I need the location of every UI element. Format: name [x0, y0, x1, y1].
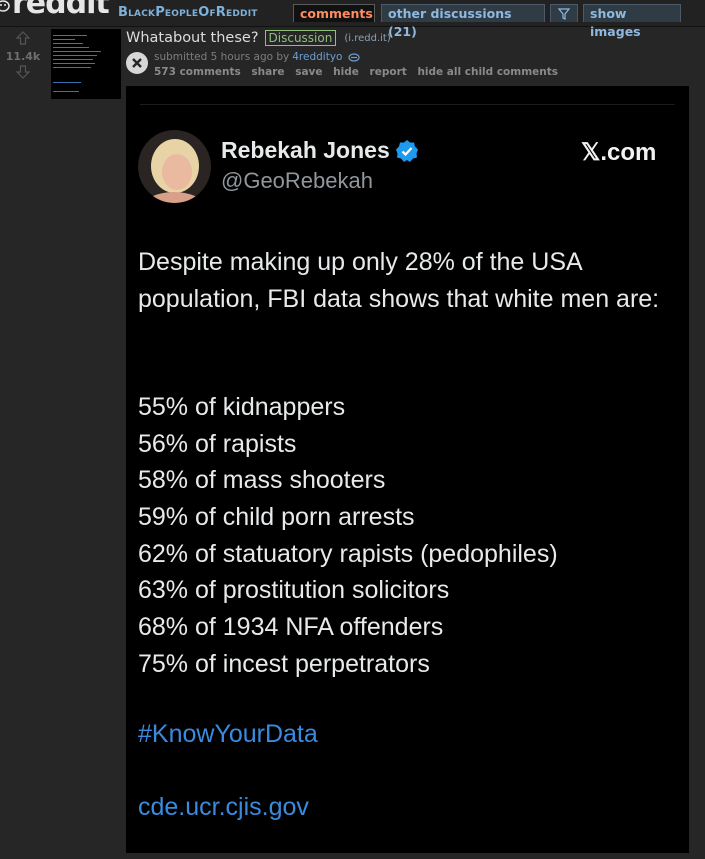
stat-line: 58% of mass shooters [138, 466, 386, 495]
stat-line: 55% of kidnappers [138, 393, 346, 421]
filter-icon [557, 8, 571, 20]
close-icon [132, 58, 142, 68]
header-bar: reddit BlackPeopleOfReddit comments othe… [0, 0, 705, 39]
report-button[interactable]: report [370, 66, 407, 78]
tweet-link: cde.ucr.cjis.gov [138, 793, 309, 821]
stat-line: 63% of prostitution solicitors [138, 576, 450, 605]
tweet-hashtag: #KnowYourData [138, 720, 318, 748]
downvote-icon[interactable] [15, 65, 31, 79]
share-button[interactable]: share [251, 66, 284, 78]
post-title[interactable]: Whatabout these? [126, 30, 259, 46]
save-button[interactable]: save [295, 66, 322, 78]
tweet-body: Despite making up only 28% of the USA po… [138, 248, 660, 313]
hide-button[interactable]: hide [333, 66, 359, 78]
tweet-author-name: Rebekah Jones [221, 137, 390, 163]
vote-column: 11.4k [0, 30, 46, 83]
stat-line: 75% of incest perpetrators [138, 649, 430, 678]
close-expando-button[interactable] [126, 52, 148, 74]
verified-badge-icon [395, 139, 418, 162]
filter-button[interactable] [550, 4, 578, 22]
post-flair[interactable]: Discussion [264, 30, 337, 46]
score: 11.4k [5, 50, 41, 63]
tweet-source: 𝕏.com [581, 139, 657, 166]
moderator-icon [348, 52, 361, 62]
stat-line: 62% of statuatory rapists (pedophiles) [138, 539, 558, 568]
subreddit-name[interactable]: BlackPeopleOfReddit [118, 5, 258, 20]
comments-link[interactable]: 573 comments [154, 66, 241, 78]
post-author[interactable]: 4reddityo [292, 51, 342, 63]
hide-child-comments-button[interactable]: hide all child comments [417, 66, 558, 78]
alien-icon [0, 0, 10, 12]
tab-other-discussions[interactable]: other discussions (21) [381, 4, 545, 39]
stat-line: 59% of child porn arrests [138, 503, 415, 532]
stat-line: 68% of 1934 NFA offenders [138, 613, 444, 642]
logo-text: reddit [12, 0, 110, 21]
tab-show-images[interactable]: show images [583, 4, 681, 39]
tweet-handle: @GeoRebekah [221, 168, 373, 193]
stat-line: 56% of rapists [138, 429, 297, 458]
tweet-stats-list: 55% of kidnappers 56% of rapists 58% of … [138, 389, 558, 683]
post-image[interactable]: Rebekah Jones @GeoRebekah 𝕏.com Despite … [126, 86, 689, 853]
post-thumbnail[interactable] [51, 29, 121, 99]
post-title-row: Whatabout these? Discussion (i.redd.it) [126, 30, 391, 46]
tab-comments[interactable]: comments [293, 4, 375, 22]
post-domain[interactable]: (i.redd.it) [344, 33, 390, 44]
post-tagline: submitted 5 hours ago by 4reddityo [154, 51, 361, 63]
upvote-icon[interactable] [15, 31, 31, 45]
avatar [138, 130, 211, 203]
submitted-text: submitted 5 hours ago by [154, 51, 290, 63]
reddit-logo[interactable]: reddit [0, 0, 110, 21]
post-buttons: 573 comments share save hide report hide… [154, 66, 565, 78]
tweet-author-row: Rebekah Jones [221, 137, 419, 164]
